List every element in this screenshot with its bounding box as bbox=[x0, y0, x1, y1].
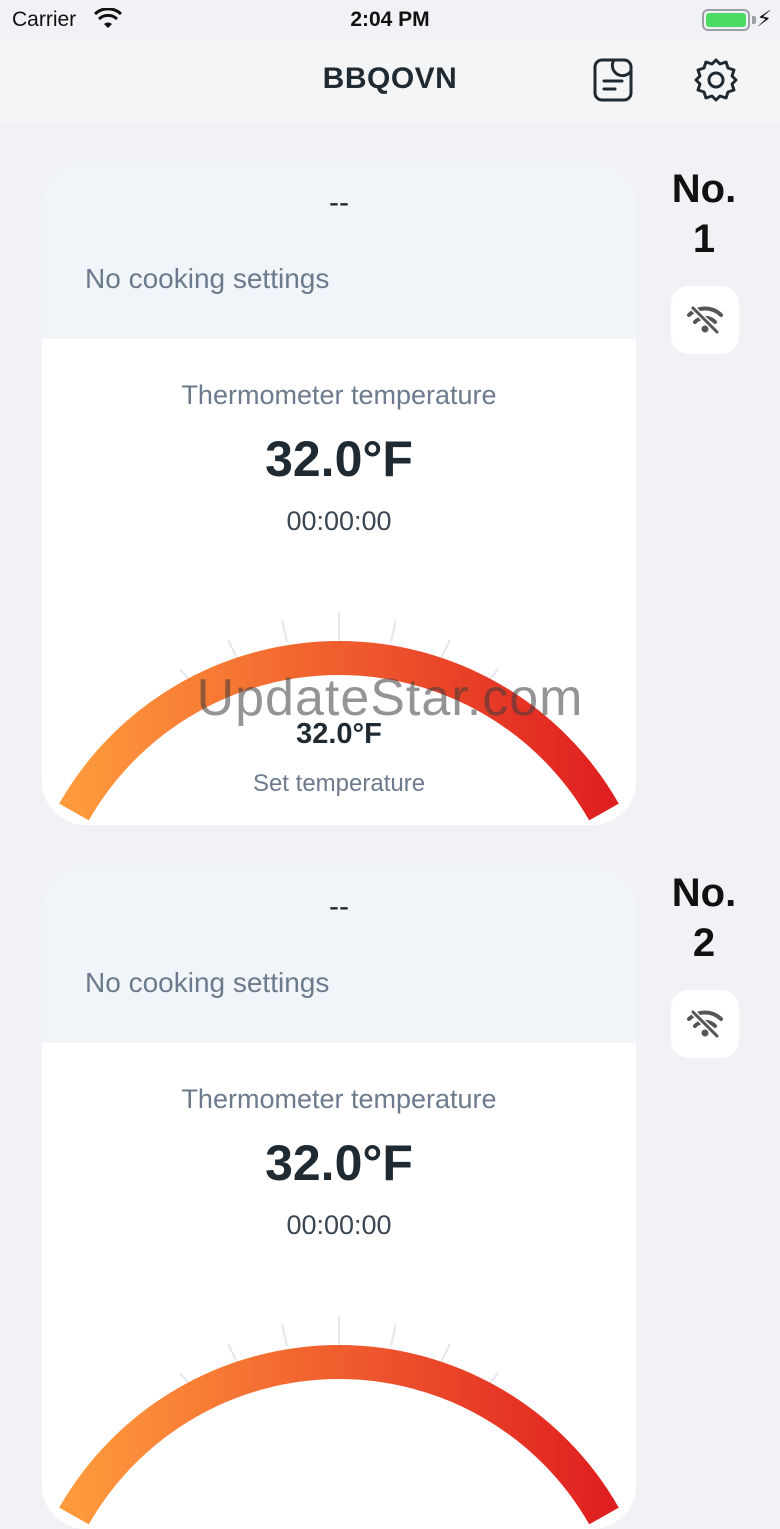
thermometer-value: 32.0°F bbox=[265, 431, 413, 487]
page-title: BBQOVN bbox=[322, 62, 458, 95]
probe-number: 1 bbox=[692, 217, 716, 261]
temperature-gauge[interactable] bbox=[42, 1308, 636, 1529]
battery-tip bbox=[752, 16, 756, 24]
probe-side-label: No. 1 bbox=[648, 164, 760, 264]
log-icon[interactable] bbox=[589, 56, 637, 104]
cooking-settings-text: No cooking settings bbox=[85, 263, 330, 294]
battery-icon bbox=[702, 9, 750, 31]
thermometer-value: 32.0°F bbox=[265, 1135, 413, 1191]
cooking-preset-value: -- bbox=[329, 186, 349, 219]
gear-icon[interactable] bbox=[692, 56, 740, 104]
clock: 2:04 PM bbox=[350, 8, 430, 31]
wifi-off-icon[interactable] bbox=[671, 990, 739, 1058]
card-header: -- No cooking settings bbox=[42, 164, 636, 339]
probe-number-prefix: No. bbox=[671, 167, 737, 211]
cooking-settings-text: No cooking settings bbox=[85, 967, 330, 998]
nav-bar: BBQOVN bbox=[0, 40, 780, 124]
elapsed-time: 00:00:00 bbox=[286, 1210, 392, 1240]
probe-number-prefix: No. bbox=[671, 871, 737, 915]
probe-side-label: No. 2 bbox=[648, 868, 760, 968]
charging-icon: ⚡ bbox=[756, 6, 772, 31]
thermometer-label: Thermometer temperature bbox=[181, 1084, 497, 1114]
probe-card[interactable]: -- No cooking settings Thermometer tempe… bbox=[42, 164, 636, 825]
set-temperature-value: 32.0°F bbox=[296, 718, 382, 750]
probe-number: 2 bbox=[692, 921, 716, 965]
probe-card[interactable]: -- No cooking settings Thermometer tempe… bbox=[42, 868, 636, 1529]
set-temperature-label: Set temperature bbox=[252, 770, 426, 797]
wifi-off-icon[interactable] bbox=[671, 286, 739, 354]
card-header: -- No cooking settings bbox=[42, 868, 636, 1043]
cooking-preset-value: -- bbox=[329, 890, 349, 923]
thermometer-label: Thermometer temperature bbox=[181, 380, 497, 410]
elapsed-time: 00:00:00 bbox=[286, 506, 392, 536]
status-bar: Carrier 2:04 PM ⚡ bbox=[0, 0, 780, 40]
